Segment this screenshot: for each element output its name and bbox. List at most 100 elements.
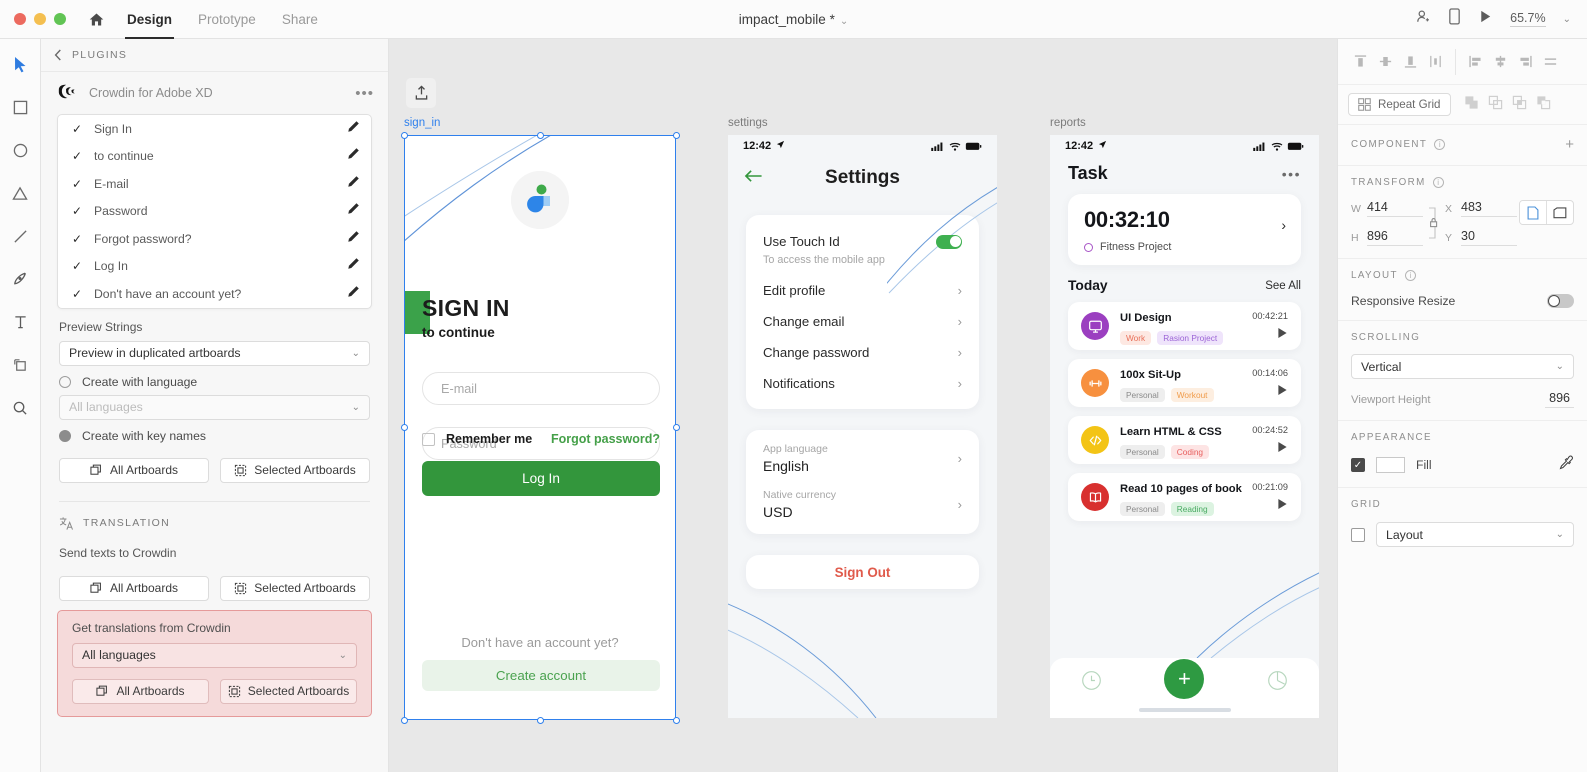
portrait-icon[interactable] [1520,201,1546,224]
radio-create-with-language[interactable]: Create with language [41,366,388,395]
artboard-sign-in[interactable]: SIGN IN to continue E-mail Password Reme… [404,135,676,720]
sign-out-card[interactable]: Sign Out [746,555,979,589]
resize-handle-mr[interactable] [672,424,680,431]
select-tool[interactable] [7,51,33,77]
play-icon[interactable] [1252,327,1288,342]
aspect-lock[interactable] [1423,205,1445,241]
plugin-overflow-button[interactable]: ••• [355,85,374,102]
eyedropper-icon[interactable] [1559,455,1574,475]
table-row[interactable]: Read 10 pages of book Personal Reading 0… [1068,473,1301,521]
list-item[interactable]: ✓ to continue [58,143,371,171]
edit-pencil-icon[interactable] [347,120,360,138]
chevron-down-icon[interactable]: ⌄ [840,16,848,27]
play-icon[interactable] [1252,384,1288,399]
sign-out-button[interactable]: Sign Out [746,555,979,589]
scrolling-select[interactable]: Vertical ⌄ [1351,354,1574,379]
radio-create-with-key-names[interactable]: Create with key names [41,420,388,449]
align-horizontal-center-icon[interactable] [1423,49,1448,74]
resize-handle-tl[interactable] [400,131,408,139]
see-all-link[interactable]: See All [1265,280,1301,292]
y-input[interactable]: 30 [1461,229,1517,246]
viewport-height-input[interactable]: 896 [1545,391,1574,408]
grid-type-select[interactable]: Layout ⌄ [1376,522,1574,547]
get-language-select[interactable]: All languages ⌄ [72,642,357,668]
table-row[interactable]: 100x Sit-Up Personal Workout 00:14:06 [1068,359,1301,407]
artboard-label-sign-in[interactable]: sign_in [404,117,440,129]
info-icon[interactable]: i [1434,139,1446,150]
info-icon[interactable]: i [1404,270,1416,281]
list-item[interactable]: ✓ Forgot password? [58,225,371,253]
edit-pencil-icon[interactable] [347,230,360,248]
edit-pencil-icon[interactable] [347,175,360,193]
align-right-icon[interactable] [1513,49,1538,74]
grid-checkbox[interactable] [1351,527,1365,542]
artboard-label-settings[interactable]: settings [728,117,768,129]
add-component-button[interactable]: + [1565,136,1574,153]
resize-handle-tr[interactable] [672,131,680,139]
app-language-row[interactable]: App language English › [746,443,979,474]
add-task-button[interactable]: + [1164,659,1205,699]
rectangle-tool[interactable] [7,94,33,120]
resize-handle-ml[interactable] [400,424,408,431]
play-icon[interactable] [1252,498,1288,513]
height-input[interactable]: 896 [1367,229,1423,246]
pen-tool[interactable] [7,266,33,292]
resize-handle-bc[interactable] [536,716,544,724]
settings-row-change-email[interactable]: Change email › [746,306,979,337]
polygon-tool[interactable] [7,180,33,206]
resize-handle-br[interactable] [672,716,680,724]
edit-pencil-icon[interactable] [347,202,360,220]
resize-handle-bl[interactable] [400,716,408,724]
x-input[interactable]: 483 [1461,200,1517,217]
add-icon[interactable] [1464,95,1479,115]
line-tool[interactable] [7,223,33,249]
list-item[interactable]: ✓ Sign In [58,115,371,143]
export-artboard-button[interactable] [406,78,436,108]
plugin-panel-header[interactable]: PLUGINS [41,39,388,72]
edit-pencil-icon[interactable] [347,285,360,303]
repeat-grid-button[interactable]: Repeat Grid [1348,93,1451,116]
chevron-right-icon[interactable]: › [1281,217,1286,233]
align-left-icon[interactable] [1463,49,1488,74]
settings-row-notifications[interactable]: Notifications › [746,368,979,399]
preview-all-artboards-button[interactable]: All Artboards [59,457,209,483]
fill-color-swatch[interactable] [1376,457,1405,473]
settings-row-change-password[interactable]: Change password › [746,337,979,368]
intersect-icon[interactable] [1512,95,1527,115]
zoom-tool[interactable] [7,395,33,421]
distribute-horizontal-icon[interactable] [1538,49,1563,74]
send-all-artboards-button[interactable]: All Artboards [59,575,209,601]
clock-icon[interactable] [1081,670,1102,696]
remember-me-checkbox[interactable] [422,432,435,446]
distribute-vertical-icon[interactable] [1488,49,1513,74]
artboard-reports[interactable]: 12:42 Task ••• 00:32:10 Fitness Project … [1050,135,1319,718]
get-all-artboards-button[interactable]: All Artboards [72,678,209,704]
artboard-settings[interactable]: 12:42 Settings Use Touch Id To access th… [728,135,997,718]
preview-mode-select[interactable]: Preview in duplicated artboards ⌄ [59,340,370,366]
document-title-area[interactable]: impact_mobile * ⌄ [0,12,1587,27]
info-icon[interactable]: i [1432,177,1444,188]
list-item[interactable]: ✓ E-mail [58,170,371,198]
landscape-icon[interactable] [1547,201,1573,224]
artboard-label-reports[interactable]: reports [1050,117,1086,129]
subtract-icon[interactable] [1488,95,1503,115]
width-input[interactable]: 414 [1367,200,1423,217]
log-in-button[interactable]: Log In [422,461,660,496]
list-item[interactable]: ✓ Log In [58,253,371,281]
list-item[interactable]: ✓ Don't have an account yet? [58,280,371,308]
resize-handle-tc[interactable] [536,131,544,139]
get-selected-artboards-button[interactable]: Selected Artboards [220,678,357,704]
active-timer-card[interactable]: 00:32:10 Fitness Project › [1068,194,1301,265]
align-top-icon[interactable] [1348,49,1373,74]
preview-selected-artboards-button[interactable]: Selected Artboards [220,457,370,483]
artboard-tool[interactable] [7,352,33,378]
play-icon[interactable] [1252,441,1288,456]
edit-pencil-icon[interactable] [347,147,360,165]
list-item[interactable]: ✓ Password [58,198,371,226]
align-vertical-center-icon[interactable] [1373,49,1398,74]
fill-checkbox[interactable]: ✓ [1351,458,1365,472]
responsive-resize-toggle[interactable] [1547,294,1574,308]
edit-pencil-icon[interactable] [347,257,360,275]
email-field[interactable]: E-mail [422,372,660,405]
design-canvas[interactable]: sign_in settings reports SIGN IN to cont… [389,39,1337,772]
